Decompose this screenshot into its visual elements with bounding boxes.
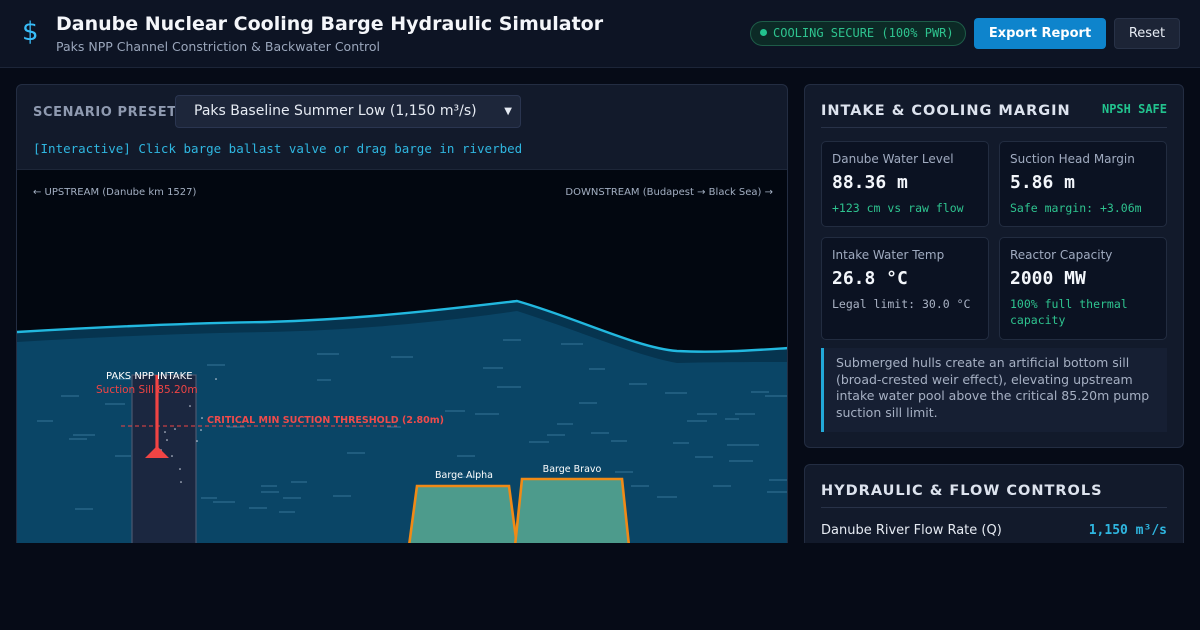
stat-card-reactor-capacity: Reactor Capacity 2000 MW 100% full therm… <box>999 237 1167 340</box>
export-report-button[interactable]: Export Report <box>974 18 1106 49</box>
stat-value: 88.36 m <box>832 172 908 193</box>
stat-note: Safe margin: +3.06m <box>1010 201 1142 215</box>
downstream-label: DOWNSTREAM (Budapest → Black Sea) → <box>565 187 773 198</box>
stat-label: Danube Water Level <box>832 152 954 166</box>
stat-label: Intake Water Temp <box>832 248 945 262</box>
viewport-bottom-area <box>0 543 1200 630</box>
stat-value: 2000 MW <box>1010 268 1086 289</box>
stat-label: Suction Head Margin <box>1010 152 1135 166</box>
npsh-status-badge: NPSH SAFE <box>1101 102 1167 116</box>
weir-effect-info: Submerged hulls create an artificial bot… <box>821 348 1167 432</box>
scenario-preset-value: Paks Baseline Summer Low (1,150 m³/s) <box>194 103 477 119</box>
stat-card-intake-temp: Intake Water Temp 26.8 °C Legal limit: 3… <box>821 237 989 340</box>
stat-card-suction-head: Suction Head Margin 5.86 m Safe margin: … <box>999 141 1167 227</box>
barge-alpha-label: Barge Alpha <box>435 470 493 481</box>
scenario-preset-label: SCENARIO PRESET: <box>33 105 182 120</box>
upstream-label: ← UPSTREAM (Danube km 1527) <box>33 187 197 198</box>
cooling-status-text: COOLING SECURE (100% PWR) <box>773 26 954 40</box>
interaction-hint: [Interactive] Click barge ballast valve … <box>33 141 523 156</box>
intake-cooling-margin-panel: INTAKE & COOLING MARGIN NPSH SAFE Danube… <box>804 84 1184 448</box>
flow-rate-label: Danube River Flow Rate (Q) <box>821 523 1002 538</box>
stat-note: +123 cm vs raw flow <box>832 201 964 215</box>
stat-value: 5.86 m <box>1010 172 1076 193</box>
hydraulic-flow-controls-panel: HYDRAULIC & FLOW CONTROLS Danube River F… <box>804 464 1184 554</box>
river-canvas[interactable]: CRITICAL MIN SUCTION THRESHOLD (2.80m) P… <box>17 169 787 554</box>
intake-title: PAKS NPP INTAKE <box>106 371 193 382</box>
barge-bravo-label: Barge Bravo <box>543 464 602 475</box>
stat-card-water-level: Danube Water Level 88.36 m +123 cm vs ra… <box>821 141 989 227</box>
stat-value: 26.8 °C <box>832 268 908 289</box>
app-title: Danube Nuclear Cooling Barge Hydraulic S… <box>56 13 604 35</box>
stat-label: Reactor Capacity <box>1010 248 1113 262</box>
flow-rate-value: 1,150 m³/s <box>1088 523 1167 538</box>
simulator-panel: SCENARIO PRESET: Paks Baseline Summer Lo… <box>16 84 788 554</box>
panel-divider <box>821 127 1167 128</box>
controls-panel-title: HYDRAULIC & FLOW CONTROLS <box>821 483 1103 499</box>
margin-panel-title: INTAKE & COOLING MARGIN <box>821 103 1071 119</box>
panel-divider <box>821 507 1167 508</box>
chevron-down-icon: ▼ <box>504 106 512 117</box>
reset-button[interactable]: Reset <box>1114 18 1180 49</box>
stat-note: 100% full thermal capacity <box>1010 297 1128 327</box>
river-cross-section: CRITICAL MIN SUCTION THRESHOLD (2.80m) P… <box>17 187 787 554</box>
dollar-logo-icon: $ <box>22 17 39 47</box>
app-header: $ Danube Nuclear Cooling Barge Hydraulic… <box>0 0 1200 68</box>
cooling-status-badge: COOLING SECURE (100% PWR) <box>750 21 966 46</box>
threshold-label: CRITICAL MIN SUCTION THRESHOLD (2.80m) <box>207 415 444 426</box>
intake-sill-label: Suction Sill 85.20m <box>96 384 198 396</box>
intake-structure[interactable] <box>131 374 197 554</box>
app-subtitle: Paks NPP Channel Constriction & Backwate… <box>56 39 381 54</box>
stat-note: Legal limit: 30.0 °C <box>832 297 971 311</box>
status-dot-icon <box>760 29 767 36</box>
scenario-preset-select[interactable]: Paks Baseline Summer Low (1,150 m³/s) ▼ <box>175 95 521 128</box>
